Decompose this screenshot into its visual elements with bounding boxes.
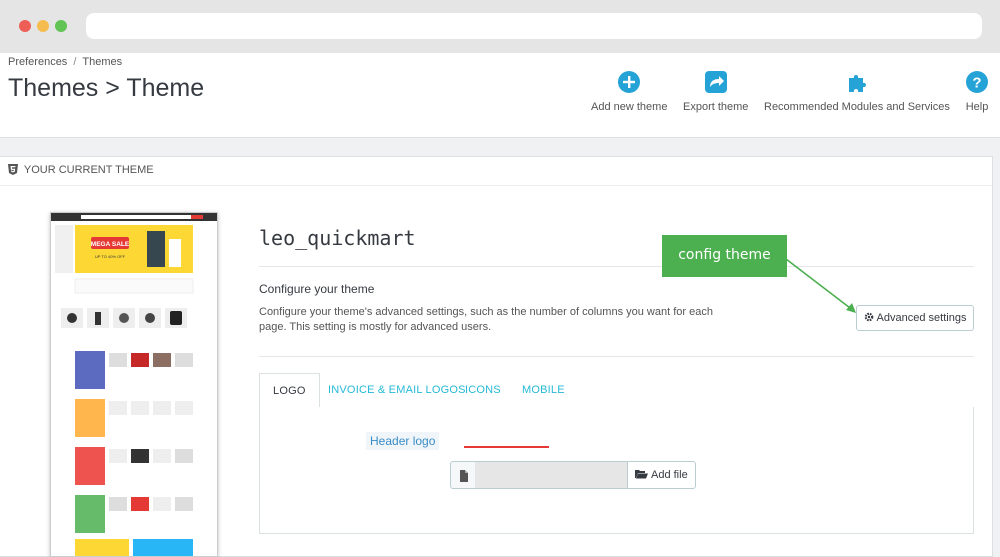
html5-shield-icon [8,164,18,175]
browser-chrome [0,0,1000,53]
tab-logo[interactable]: LOGO [259,373,320,409]
add-file-label: Add file [651,469,688,481]
breadcrumb: Preferences / Themes [8,56,122,68]
address-bar[interactable] [86,13,982,39]
theme-tabs: LOGO INVOICE & EMAIL LOGOS ICONS MOBILE [259,373,974,409]
export-share-icon [704,71,727,93]
theme-preview-image: MEGA SALE UP TO 40% OFF [50,212,218,557]
folder-open-icon [635,470,648,479]
panel-heading-text: YOUR CURRENT THEME [23,164,154,176]
help-button[interactable]: ? Help [964,69,990,113]
preview-banner-subtitle: UP TO 40% OFF [95,254,126,259]
header-logo-file-input[interactable] [475,461,628,489]
annotation-underline [464,446,549,448]
tab-mobile[interactable]: MOBILE [522,373,565,408]
advanced-settings-button[interactable]: Advanced settings [856,305,974,331]
preview-banner-title: MEGA SALE [91,241,130,248]
header-logo-file-upload: Add file [450,461,696,489]
export-theme-button[interactable]: Export theme [683,69,748,113]
breadcrumb-themes[interactable]: Themes [82,56,122,68]
plus-circle-icon [618,71,641,93]
advanced-settings-label: Advanced settings [876,312,967,324]
window-minimize-dot[interactable] [37,20,49,32]
svg-text:?: ? [972,75,981,92]
file-icon [460,470,468,482]
file-icon-addon [450,461,476,489]
configure-description: Configure your theme's advanced settings… [259,306,713,333]
add-new-theme-button[interactable]: Add new theme [591,69,667,113]
panel-heading: YOUR CURRENT THEME [0,157,992,186]
page-title: Themes > Theme [8,74,205,102]
question-circle-icon: ? [966,71,988,93]
tab-invoice-email-logos[interactable]: INVOICE & EMAIL LOGOS [328,373,466,408]
tab-icons[interactable]: ICONS [465,373,501,408]
page-header: Preferences / Themes Themes > Theme Add ne… [0,53,1000,138]
header-logo-label: Header logo [366,432,440,450]
window-close-dot[interactable] [19,20,31,32]
theme-preview-mockup: MEGA SALE UP TO 40% OFF [51,213,217,556]
configure-title: Configure your theme [259,282,375,296]
callout-arrow-icon [785,258,856,313]
puzzle-piece-icon [848,75,866,92]
breadcrumb-separator: / [73,56,77,68]
breadcrumb-preferences[interactable]: Preferences [8,56,67,68]
add-file-button[interactable]: Add file [627,461,696,489]
window-maximize-dot[interactable] [55,20,67,32]
add-new-theme-label: Add new theme [591,101,668,113]
divider [259,356,974,357]
help-label: Help [965,101,989,113]
theme-name: leo_quickmart [259,226,416,250]
recommended-modules-button[interactable]: Recommended Modules and Services [764,69,950,113]
recommended-modules-label: Recommended Modules and Services [764,101,950,113]
config-theme-callout: config theme [662,235,787,277]
export-theme-label: Export theme [683,101,749,113]
